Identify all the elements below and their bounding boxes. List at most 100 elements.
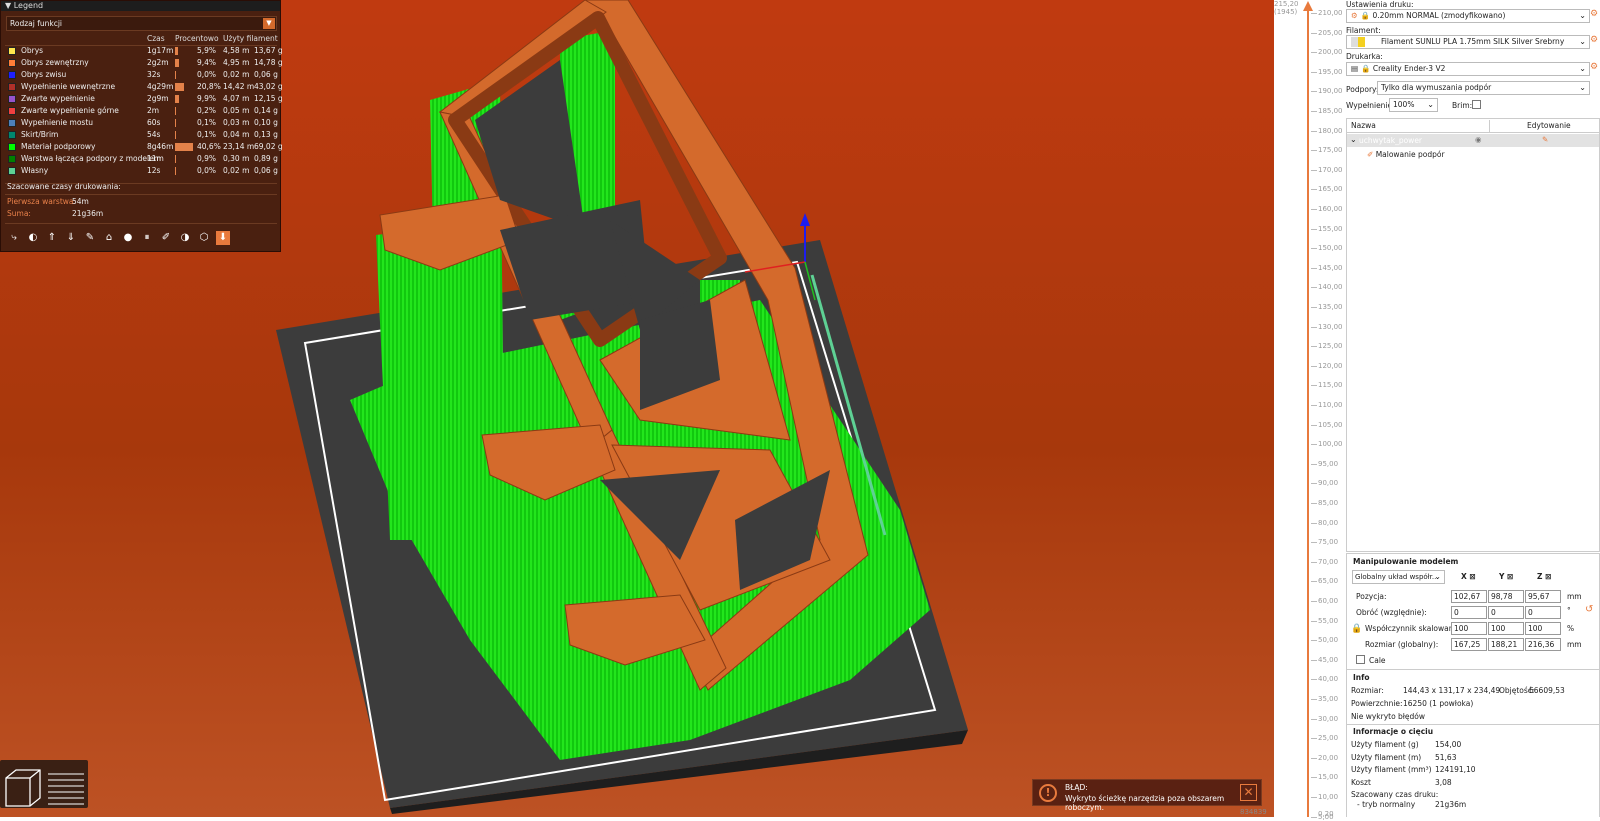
legend-swatch — [8, 95, 16, 103]
slider-tick-label: 190,00 — [1318, 87, 1343, 96]
inches-checkbox[interactable] — [1356, 655, 1365, 664]
travel-toggle-icon[interactable]: ⤷ — [7, 231, 21, 245]
object-row[interactable]: ⌄ uchwytak_power ◉ ✎ — [1347, 134, 1599, 147]
filament-combo[interactable]: Filament SUNLU PLA 1.75mm SILK Silver Sr… — [1346, 35, 1590, 49]
legend-row[interactable]: Obrys 1g17m 5,9% 4,58 m 13,67 g — [1, 45, 283, 57]
gear-icon: ⚙ — [1351, 11, 1358, 20]
slice-row-value: 154,00 — [1435, 740, 1462, 749]
pause-prints-toggle-icon[interactable]: ⏸ — [140, 231, 154, 245]
slider-tick-label: 80,00 — [1318, 518, 1339, 527]
legend-swatch — [8, 155, 16, 163]
close-icon[interactable]: ✕ — [1240, 784, 1257, 801]
coord-system-combo[interactable]: Globalny układ współr... ⌄ — [1352, 570, 1445, 584]
slider-tick-label: 150,00 — [1318, 244, 1343, 253]
rotation-x-input[interactable]: 0 — [1451, 606, 1487, 619]
legend-row-bar — [175, 167, 176, 175]
3d-viewport[interactable]: ▼ Legend Rodzaj funkcji ▼ Czas Procentowo… — [0, 0, 1274, 817]
legend-row[interactable]: Zwarte wypełnienie górne 2m 0,2% 0,05 m 0,14… — [1, 105, 282, 117]
edit-icon[interactable]: ✎ — [1542, 135, 1548, 144]
printer-icon: ▤ — [1351, 64, 1359, 73]
legend-row-name: Obrys zwisu — [21, 70, 67, 79]
slider-track[interactable] — [1307, 6, 1309, 817]
section-divider — [1347, 724, 1600, 725]
wipe-toggle-icon[interactable]: ◐ — [26, 231, 40, 245]
rotation-z-input[interactable]: 0 — [1525, 606, 1561, 619]
info-facets-label: Powierzchnie: — [1351, 699, 1403, 708]
settings-panel: Ustawienia druku: ⚙ 🔒 0.20mm NORMAL (zmod… — [1344, 0, 1600, 817]
print-profile-combo[interactable]: ⚙ 🔒 0.20mm NORMAL (zmodyfikowano) ⌄ — [1346, 9, 1590, 23]
legend-row-percent: 20,8% — [197, 82, 221, 91]
legend-row[interactable]: Własny 12s 0,0% 0,02 m 0,06 g — [1, 165, 282, 177]
legend-row-time: 60s — [147, 118, 161, 127]
seams-toggle-icon[interactable]: ✎ — [83, 231, 97, 245]
legend-row[interactable]: Wypełnienie wewnętrzne 4g29m 20,8% 14,42 m4… — [1, 81, 283, 93]
legend-row[interactable]: Warstwa łącząca podpory z modelem 11m 0,9%… — [1, 153, 282, 165]
legend-row[interactable]: Materiał podporowy 8g46m 40,6% 23,14 m 69,02… — [1, 141, 283, 153]
position-x-input[interactable]: 102,67 — [1451, 590, 1487, 603]
slider-tick — [1311, 640, 1317, 642]
eye-icon[interactable]: ◉ — [1475, 135, 1482, 144]
legend-swatch — [8, 119, 16, 127]
gear-icon[interactable]: ⚙ — [1590, 62, 1598, 72]
legend-swatch — [8, 143, 16, 151]
shells-toggle-icon[interactable]: ⬡ — [197, 231, 211, 245]
layer-slider[interactable]: 215,20 (1945) 210,00 205,00 200,00 195,00 19… — [1274, 0, 1344, 821]
deretractions-toggle-icon[interactable]: ⇓ — [64, 231, 78, 245]
legend-row[interactable]: Skirt/Brim 54s 0,1% 0,04 m 0,13 g — [1, 129, 282, 141]
chevron-down-icon[interactable]: ▼ — [263, 18, 275, 29]
model-manipulation: Manipulowanie modelem Globalny układ wsp… — [1346, 553, 1600, 817]
legend-row[interactable]: Obrys zewnętrzny 2g2m 9,4% 4,95 m 14,78 g — [1, 57, 283, 69]
size-x-input[interactable]: 167,25 — [1451, 638, 1487, 651]
feature-type-combo[interactable]: Rodzaj funkcji ▼ — [6, 16, 277, 31]
layers-preview-icon[interactable] — [48, 773, 84, 805]
printer-combo[interactable]: ▤ 🔒 Creality Ender-3 V2 ⌄ — [1346, 62, 1590, 76]
slider-tick — [1311, 522, 1317, 524]
legend-row-grams: 0,10 g — [254, 118, 278, 127]
tool-marker-toggle-icon[interactable]: ⬇ — [216, 231, 230, 245]
rotation-y-input[interactable]: 0 — [1488, 606, 1524, 619]
slider-tick-label: 100,00 — [1318, 440, 1343, 449]
legend-titlebar[interactable]: ▼ Legend — [1, 1, 280, 11]
legend-row[interactable]: Wypełnienie mostu 60s 0,1% 0,03 m 0,10 g — [1, 117, 282, 129]
size-y-input[interactable]: 188,21 — [1488, 638, 1524, 651]
tool-changes-toggle-icon[interactable]: ⌂ — [102, 231, 116, 245]
slider-tick-label: 95,00 — [1318, 459, 1339, 468]
scale-z-input[interactable]: 100 — [1525, 622, 1561, 635]
legend-row-percent: 0,1% — [197, 130, 217, 139]
slider-tick-label: 165,00 — [1318, 185, 1343, 194]
legend-col-percent: Procentowo — [175, 34, 219, 43]
position-y-input[interactable]: 98,78 — [1488, 590, 1524, 603]
legend-swatch — [8, 131, 16, 139]
reset-rotation-icon[interactable]: ↺ — [1585, 604, 1593, 615]
3d-view-icon[interactable] — [5, 769, 41, 807]
lock-icon[interactable]: 🔒 — [1351, 624, 1362, 634]
legend-row-name: Obrys — [21, 46, 44, 55]
object-child-row[interactable]: ✐ Malowanie podpór — [1367, 150, 1445, 159]
chevron-down-icon: ⌄ — [1579, 11, 1586, 20]
retractions-toggle-icon[interactable]: ⇑ — [45, 231, 59, 245]
position-z-input[interactable]: 95,67 — [1525, 590, 1561, 603]
slider-thumb-icon[interactable] — [1303, 1, 1313, 11]
infill-combo[interactable]: 100% ⌄ — [1389, 98, 1438, 112]
brim-checkbox[interactable] — [1472, 100, 1481, 109]
size-z-input[interactable]: 216,36 — [1525, 638, 1561, 651]
gear-icon[interactable]: ⚙ — [1590, 35, 1598, 45]
legend-row[interactable]: Obrys zwisu 32s 0,0% 0,02 m 0,06 g — [1, 69, 282, 81]
slider-tick-label: 15,00 — [1318, 773, 1339, 782]
scale-x-input[interactable]: 100 — [1451, 622, 1487, 635]
legend-row-percent: 0,0% — [197, 70, 217, 79]
est-time-label: Szacowany czas druku: — [1351, 790, 1439, 799]
center-of-gravity-toggle-icon[interactable]: ◑ — [178, 231, 192, 245]
slider-tick — [1311, 346, 1317, 348]
legend-row[interactable]: Zwarte wypełnienie 2g9m 9,9% 4,07 m 12,15 g — [1, 93, 283, 105]
slider-tick-label: 155,00 — [1318, 224, 1343, 233]
gear-icon[interactable]: ⚙ — [1590, 9, 1598, 19]
lock-icon: 🔒 — [1361, 64, 1371, 73]
supports-combo[interactable]: Tylko dla wymuszania podpór ⌄ — [1377, 81, 1590, 95]
chevron-down-icon[interactable]: ⌄ — [1350, 135, 1357, 144]
slider-tick — [1311, 463, 1317, 465]
custom-gcodes-toggle-icon[interactable]: ✐ — [159, 231, 173, 245]
scale-y-input[interactable]: 100 — [1488, 622, 1524, 635]
color-changes-toggle-icon[interactable]: ● — [121, 231, 135, 245]
first-layer-time: 54m — [72, 197, 89, 206]
